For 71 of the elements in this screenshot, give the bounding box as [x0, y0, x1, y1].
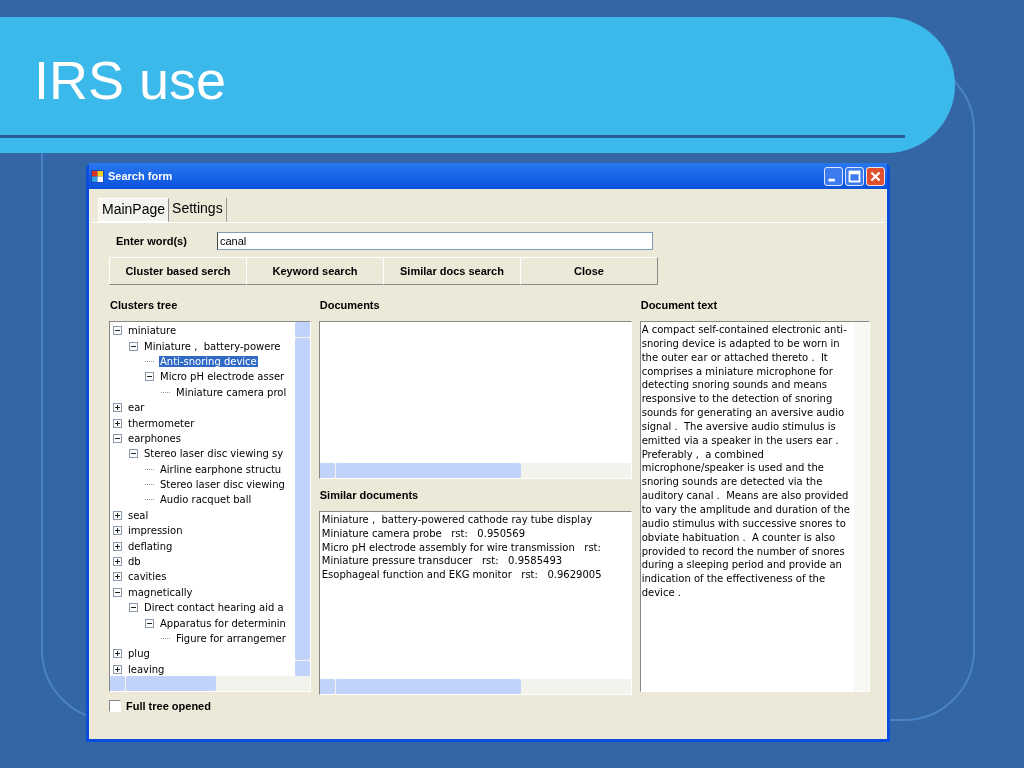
tree-item[interactable]: Miniature , battery-powere	[143, 340, 282, 352]
tree-item[interactable]: Airline earphone structu	[159, 463, 283, 475]
maximize-icon[interactable]	[845, 166, 864, 186]
window-title: Search form	[108, 170, 174, 182]
expand-icon[interactable]	[113, 572, 122, 582]
collapse-icon[interactable]	[145, 372, 154, 382]
document-text-area[interactable]	[639, 321, 870, 692]
minimize-icon[interactable]	[824, 166, 843, 186]
tree-item[interactable]: Anti-snoring device	[159, 355, 258, 367]
tree-item[interactable]: seal	[127, 509, 150, 521]
horizontal-scrollbar[interactable]	[319, 463, 631, 478]
tree-item[interactable]: db	[127, 556, 142, 568]
panel-heading: Document text	[639, 299, 719, 313]
expand-icon[interactable]	[113, 403, 122, 413]
list-item[interactable]: Miniature pressure transducer rst: 0.9585493	[321, 555, 629, 570]
field-label: Enter word(s)	[116, 235, 187, 247]
collapse-icon[interactable]	[113, 433, 122, 443]
tree-item[interactable]: Audio racquet ball	[159, 494, 253, 506]
expand-icon[interactable]	[113, 510, 122, 520]
action-button[interactable]: Cluster based serch	[109, 257, 247, 285]
checkbox[interactable]	[109, 700, 121, 712]
search-field[interactable]: canal	[216, 232, 653, 250]
tree-item[interactable]: Micro pH electrode asser	[159, 371, 286, 383]
tab[interactable]: MainPage	[98, 198, 170, 222]
expand-icon[interactable]	[113, 664, 122, 674]
tree-item[interactable]: cavities	[127, 571, 168, 583]
tree-item[interactable]: Stereo laser disc viewing sy	[143, 448, 285, 460]
panel-heading: Documents	[318, 299, 381, 313]
checkbox-label: Full tree opened	[126, 700, 211, 712]
tab[interactable]: Settings	[169, 198, 227, 222]
tree-item[interactable]: Stereo laser disc viewing	[159, 479, 286, 491]
list-item[interactable]: Micro pH electrode assembly for wire transmission rst:	[321, 541, 629, 556]
tree-item[interactable]: ear	[127, 402, 146, 414]
tree-item[interactable]: Apparatus for determinin	[159, 617, 287, 629]
slide-title: IRS use	[34, 49, 227, 111]
tree-item[interactable]: impression	[127, 525, 184, 537]
horizontal-scrollbar[interactable]	[110, 676, 310, 691]
collapse-icon[interactable]	[129, 449, 138, 459]
list-item[interactable]: Esophageal function and EKG monitor rst: 0.9629005	[321, 569, 629, 583]
tree-item[interactable]: Direct contact hearing aid a	[143, 602, 285, 614]
horizontal-scrollbar[interactable]	[319, 679, 631, 694]
action-button[interactable]: Keyword search	[246, 257, 384, 285]
tree-item[interactable]: magnetically	[127, 586, 194, 598]
document-text: A compact self-contained electronic anti-snoring device is adapted to be worn in the outer ear or attached thereto . It comprises a miniature microphone for detecting snoring sounds and means responsive to the detection of snoring sounds for generating an aversive audio signal . The aversive audio stimulus is emitted via a speaker in the users ear . Preferably , a combined microphone/speaker is used and the snoring sounds are detected via the auditory canal . Means are also provided to vary the amplitude and duration of the audio stimulus with successive snores to obviate habituation . A counter is also provided to record the number of snores during a sleeping period and provide an indication of the effectiveness of the device .	[640, 323, 851, 601]
tree-item[interactable]: earphones	[127, 432, 182, 444]
expand-icon[interactable]	[113, 526, 122, 536]
panel-heading: Clusters tree	[109, 299, 179, 313]
app-icon	[91, 169, 104, 183]
list-item[interactable]: Miniature , battery-powered cathode ray tube display	[321, 514, 629, 528]
collapse-icon[interactable]	[129, 603, 138, 613]
collapse-icon[interactable]	[145, 618, 154, 628]
tree-item[interactable]: plug	[127, 648, 151, 660]
tree-item[interactable]: Miniature camera prol	[175, 386, 288, 398]
panel-heading: Similar documents	[318, 489, 420, 503]
close-icon[interactable]	[866, 166, 885, 186]
tree-item[interactable]: deflating	[127, 540, 174, 552]
expand-icon[interactable]	[113, 557, 122, 567]
collapse-icon[interactable]	[113, 326, 122, 336]
tree-item[interactable]: Figure for arrangemer	[175, 633, 287, 644]
action-button[interactable]: Close	[520, 257, 658, 285]
list-item[interactable]: Miniature camera probe rst: 0.950569	[321, 527, 629, 542]
tree-item[interactable]: thermometer	[127, 417, 196, 429]
collapse-icon[interactable]	[113, 587, 122, 597]
tree-item[interactable]: leaving	[127, 663, 166, 675]
expand-icon[interactable]	[113, 541, 122, 551]
tree-item[interactable]: miniature	[127, 325, 178, 337]
expand-icon[interactable]	[113, 649, 122, 659]
collapse-icon[interactable]	[129, 341, 138, 351]
expand-icon[interactable]	[113, 418, 122, 428]
vertical-scrollbar[interactable]	[294, 322, 310, 676]
action-button[interactable]: Similar docs search	[383, 257, 521, 285]
